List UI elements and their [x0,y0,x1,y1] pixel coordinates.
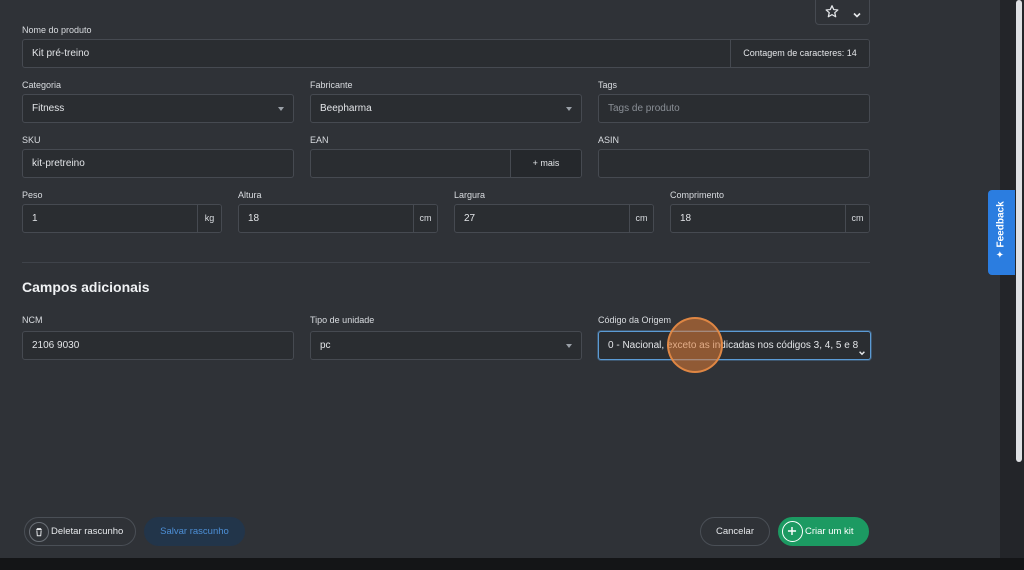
plus-circle-icon [782,521,803,542]
unit-type-value: pc [320,340,331,351]
ean-more-button[interactable]: + mais [510,150,581,177]
sparkle-icon: ✦ [995,250,1007,259]
length-label: Comprimento [670,190,725,200]
manufacturer-value: Beepharma [320,103,372,114]
origin-code-label: Código da Origem [598,315,672,325]
manufacturer-select[interactable]: Beepharma [310,94,582,123]
origin-code-value: 0 - Nacional, exceto as indicadas nos có… [608,340,859,351]
ean-input[interactable]: + mais [310,149,582,178]
height-value: 18 [248,213,260,224]
additional-fields-title: Campos adicionais [22,279,150,295]
delete-draft-button[interactable]: Deletar rascunho [24,517,136,546]
caret-down-icon [566,344,572,348]
asin-label: ASIN [598,135,620,145]
height-unit: cm [413,205,437,232]
tags-input[interactable]: Tags de produto [598,94,870,123]
length-unit: cm [845,205,869,232]
unit-type-label: Tipo de unidade [310,315,375,325]
width-input[interactable]: 27 cm [454,204,654,233]
save-draft-button[interactable]: Salvar rascunho [144,517,245,546]
tags-label: Tags [598,80,618,90]
category-select[interactable]: Fitness [22,94,294,123]
product-name-input[interactable]: Kit pré-treino Contagem de caracteres: 1… [22,39,870,68]
height-input[interactable]: 18 cm [238,204,438,233]
cancel-button[interactable]: Cancelar [700,517,770,546]
trash-icon [29,522,49,542]
click-indicator [667,317,723,373]
create-kit-label: Criar um kit [805,526,854,537]
sku-input[interactable]: kit-pretreino [22,149,294,178]
caret-down-icon [566,107,572,111]
unit-type-select[interactable]: pc [310,331,582,360]
product-name-label: Nome do produto [22,25,92,35]
section-divider [22,262,870,263]
feedback-label[interactable]: ✦ Feedback [996,201,1007,258]
star-icon[interactable] [824,4,840,24]
product-name-value: Kit pré-treino [32,48,90,59]
weight-input[interactable]: 1 kg [22,204,222,233]
caret-down-icon [278,107,284,111]
delete-draft-label: Deletar rascunho [51,526,124,537]
length-input[interactable]: 18 cm [670,204,870,233]
weight-value: 1 [32,213,38,224]
sku-value: kit-pretreino [32,158,85,169]
chevron-down-icon[interactable] [852,7,862,25]
height-label: Altura [238,190,262,200]
asin-input[interactable] [598,149,870,178]
width-value: 27 [464,213,476,224]
category-label: Categoria [22,80,62,90]
cancel-label: Cancelar [715,526,755,537]
weight-unit: kg [197,205,221,232]
product-form-panel [0,0,1000,558]
ncm-input[interactable]: 2106 9030 [22,331,294,360]
width-unit: cm [629,205,653,232]
category-value: Fitness [32,103,65,114]
width-label: Largura [454,190,486,200]
create-kit-button[interactable]: Criar um kit [778,517,869,546]
char-count: Contagem de caracteres: 14 [730,40,869,67]
ncm-label: NCM [22,315,43,325]
save-draft-label: Salvar rascunho [160,526,229,537]
weight-label: Peso [22,190,43,200]
tags-placeholder: Tags de produto [608,103,680,114]
origin-code-select[interactable]: 0 - Nacional, exceto as indicadas nos có… [598,331,871,360]
sku-label: SKU [22,135,41,145]
window-bottom-edge [0,558,1024,570]
ean-label: EAN [310,135,329,145]
length-value: 18 [680,213,692,224]
chevron-down-icon [858,341,866,359]
favorite-menu[interactable] [815,0,870,25]
scrollbar-thumb[interactable] [1016,0,1022,462]
ncm-value: 2106 9030 [32,340,80,351]
manufacturer-label: Fabricante [310,80,353,90]
